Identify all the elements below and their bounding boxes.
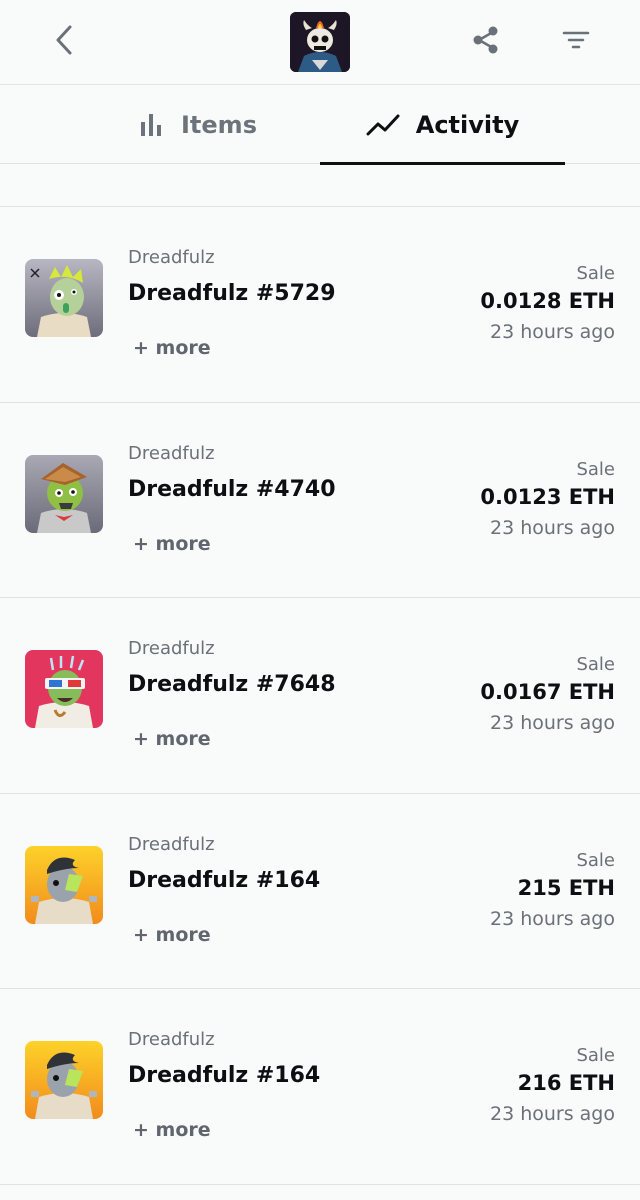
timestamp: 23 hours ago	[489, 907, 615, 930]
timestamp: 23 hours ago	[489, 516, 615, 539]
collection-name[interactable]: Dreadfulz	[128, 247, 215, 268]
character-7648-image	[25, 650, 103, 728]
price: 0.0167 ETH	[480, 680, 615, 704]
price: 0.0123 ETH	[480, 484, 615, 509]
filter-button[interactable]	[556, 20, 596, 60]
collection-name[interactable]: Dreadfulz	[128, 834, 215, 855]
activity-row[interactable]: Dreadfulz Dreadfulz #5729 + more Sale 0.…	[0, 207, 640, 403]
activity-row[interactable]: Dreadfulz Dreadfulz #164 + more Sale 215…	[0, 794, 640, 989]
item-name[interactable]: Dreadfulz #164	[128, 868, 320, 893]
timestamp: 23 hours ago	[489, 321, 615, 343]
chevron-left-icon	[56, 25, 72, 55]
character-5729-image	[25, 259, 103, 337]
nft-thumbnail	[25, 845, 103, 924]
character-164-image	[25, 1041, 103, 1119]
more-link[interactable]: + more	[133, 924, 211, 946]
tab-bar: Items Activity	[0, 85, 640, 165]
event-type: Sale	[576, 458, 615, 480]
tab-items[interactable]: Items	[76, 85, 320, 164]
tab-activity-label: Activity	[415, 110, 520, 139]
tab-items-label: Items	[181, 110, 257, 139]
collection-avatar[interactable]	[290, 12, 350, 72]
more-link[interactable]: + more	[133, 728, 211, 750]
character-4740-image	[25, 454, 103, 533]
collection-name[interactable]: Dreadfulz	[128, 443, 215, 464]
price: 215 ETH	[517, 875, 615, 900]
timestamp: 23 hours ago	[489, 1103, 615, 1125]
nft-thumbnail	[25, 650, 103, 728]
item-name[interactable]: Dreadfulz #5729	[128, 281, 336, 306]
event-type: Sale	[576, 1045, 615, 1066]
more-link[interactable]: + more	[133, 533, 211, 555]
collection-name[interactable]: Dreadfulz	[128, 1029, 215, 1050]
price: 0.0128 ETH	[480, 289, 615, 313]
event-type: Sale	[576, 263, 615, 284]
activity-list: Dreadfulz Dreadfulz #5729 + more Sale 0.…	[0, 207, 640, 1185]
tab-activity[interactable]: Activity	[320, 85, 565, 165]
filter-icon	[562, 31, 590, 49]
activity-row[interactable]: Dreadfulz Dreadfulz #7648 + more Sale 0.…	[0, 598, 640, 794]
nft-thumbnail	[25, 259, 103, 337]
back-button[interactable]	[44, 20, 84, 60]
skull-character-avatar	[290, 12, 350, 72]
top-bar	[0, 0, 640, 85]
item-name[interactable]: Dreadfulz #4740	[128, 477, 336, 502]
timestamp: 23 hours ago	[489, 712, 615, 734]
share-button[interactable]	[466, 20, 506, 60]
more-link[interactable]: + more	[133, 1119, 211, 1141]
item-name[interactable]: Dreadfulz #7648	[128, 672, 336, 697]
active-tab-indicator	[320, 162, 565, 165]
event-type: Sale	[576, 849, 615, 871]
event-type: Sale	[576, 654, 615, 675]
share-icon	[473, 26, 498, 54]
trend-line-icon	[366, 113, 400, 137]
collection-name[interactable]: Dreadfulz	[128, 638, 215, 659]
bar-chart-icon	[139, 112, 165, 138]
more-link[interactable]: + more	[133, 337, 211, 359]
item-name[interactable]: Dreadfulz #164	[128, 1063, 320, 1088]
nft-thumbnail	[25, 1041, 103, 1119]
nft-thumbnail	[25, 454, 103, 533]
activity-row[interactable]: Dreadfulz Dreadfulz #4740 + more Sale 0.…	[0, 403, 640, 598]
activity-row[interactable]: Dreadfulz Dreadfulz #164 + more Sale 216…	[0, 989, 640, 1185]
price: 216 ETH	[517, 1071, 615, 1095]
character-164-image	[25, 845, 103, 924]
